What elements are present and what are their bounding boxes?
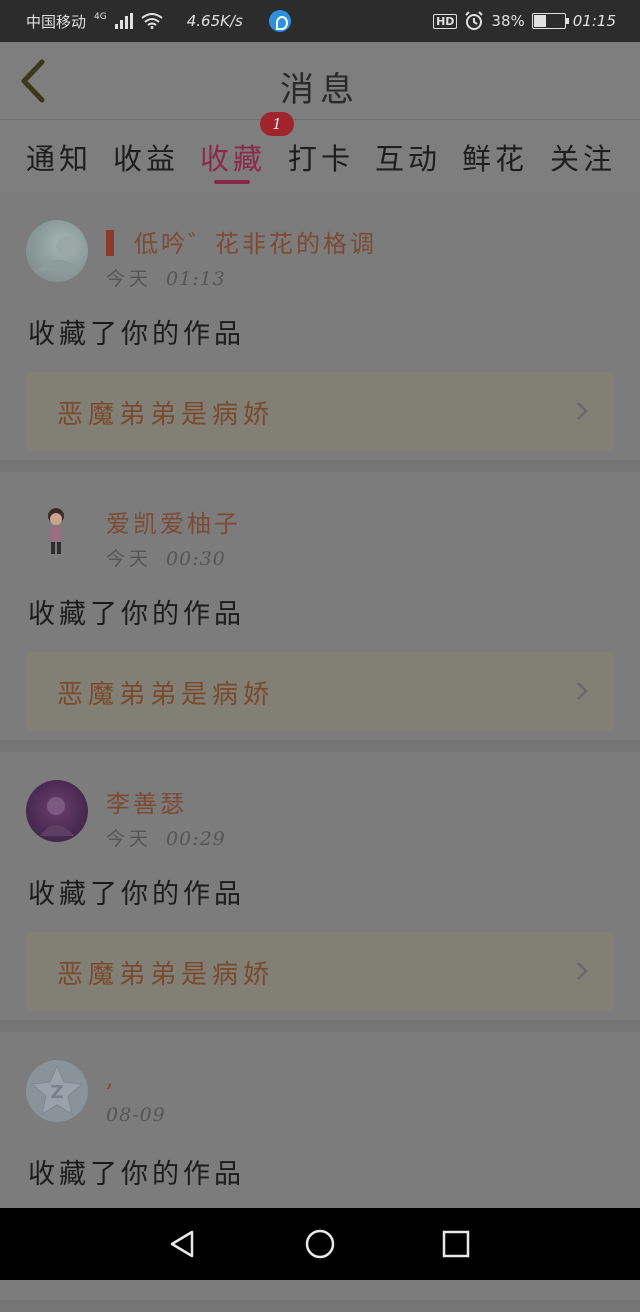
network-type: 4G <box>94 12 107 22</box>
username[interactable]: 李善瑟 <box>106 784 187 819</box>
time-label: 00:29 <box>166 828 226 850</box>
avatar[interactable] <box>26 780 88 842</box>
home-circle-icon[interactable] <box>304 1228 336 1260</box>
work-link[interactable]: 恶魔弟弟是病娇 <box>27 652 613 730</box>
work-link[interactable]: 恶魔弟弟是病娇 <box>27 372 613 450</box>
avatar[interactable] <box>26 500 88 562</box>
active-tab-indicator <box>214 180 250 184</box>
avatar[interactable]: Z <box>26 1060 88 1122</box>
username[interactable]: , <box>106 1064 117 1092</box>
alarm-icon <box>465 11 484 30</box>
battery-percent: 38% <box>491 12 525 30</box>
net-speed: 4.65K/s <box>186 12 243 30</box>
clock: 01:15 <box>572 12 616 30</box>
tab-earnings[interactable]: 收益 <box>113 136 179 178</box>
timestamp: 今天 00:30 <box>106 544 226 571</box>
tab-notifications[interactable]: 通知 <box>26 136 92 178</box>
chevron-right-icon <box>577 962 588 980</box>
tab-bar: 通知 收益 收藏 打卡 互动 鲜花 关注 <box>0 120 640 192</box>
date-label: 今天 <box>106 548 153 570</box>
timestamp: 今天 00:29 <box>106 824 226 851</box>
svg-text:Z: Z <box>50 1082 63 1103</box>
recents-square-icon[interactable] <box>440 1228 472 1260</box>
work-title: 恶魔弟弟是病娇 <box>57 400 275 430</box>
header: 消息 <box>0 42 640 120</box>
timestamp: 08-09 <box>106 1104 166 1126</box>
list-item: 李善瑟 今天 00:29 收藏了你的作品 恶魔弟弟是病娇 <box>0 752 640 1032</box>
chevron-right-icon <box>577 402 588 420</box>
tab-flowers[interactable]: 鲜花 <box>462 136 528 178</box>
action-text: 收藏了你的作品 <box>28 879 245 910</box>
list-item: 低吟゛花非花的格调 今天 01:13 收藏了你的作品 恶魔弟弟是病娇 <box>0 192 640 472</box>
tab-checkin[interactable]: 打卡 <box>288 136 354 178</box>
username[interactable]: 爱凯爱柚子 <box>106 504 241 539</box>
work-title: 恶魔弟弟是病娇 <box>57 680 275 710</box>
app-notification-icon <box>268 10 291 32</box>
page-title: 消息 <box>280 70 360 110</box>
chevron-right-icon <box>577 682 588 700</box>
hd-label: HD <box>433 13 458 29</box>
tab-follows[interactable]: 关注 <box>550 136 616 178</box>
wifi-icon <box>141 13 163 29</box>
list-item: 爱凯爱柚子 今天 00:30 收藏了你的作品 恶魔弟弟是病娇 <box>0 472 640 752</box>
action-text: 收藏了你的作品 <box>28 319 245 350</box>
time-label: 01:13 <box>166 268 226 290</box>
avatar[interactable] <box>26 220 88 282</box>
action-text: 收藏了你的作品 <box>28 599 245 630</box>
highlight-marker <box>106 230 114 256</box>
timestamp: 今天 01:13 <box>106 264 226 291</box>
work-link[interactable]: 恶魔弟弟是病娇 <box>27 932 613 1010</box>
work-title: 恶魔弟弟是病娇 <box>57 960 275 990</box>
battery-icon <box>531 13 569 29</box>
tab-interaction[interactable]: 互动 <box>375 136 441 178</box>
action-text: 收藏了你的作品 <box>28 1159 245 1190</box>
system-nav-bar <box>0 1208 640 1280</box>
unread-badge: 1 <box>260 112 294 136</box>
date-label: 今天 <box>106 268 153 290</box>
status-bar: 中国移动 4G 4.65K/s HD 38% 01:15 <box>0 0 640 42</box>
time-label: 00:30 <box>166 548 226 570</box>
date-label: 今天 <box>106 828 153 850</box>
back-triangle-icon[interactable] <box>166 1228 198 1260</box>
tab-favorites[interactable]: 收藏 <box>200 136 266 178</box>
username[interactable]: 低吟゛花非花的格调 <box>134 224 377 259</box>
carrier-label: 中国移动 <box>26 12 87 31</box>
favorites-feed: 低吟゛花非花的格调 今天 01:13 收藏了你的作品 恶魔弟弟是病娇 爱凯爱柚子 … <box>0 192 640 1312</box>
time-label: 08-09 <box>106 1104 166 1126</box>
signal-icon <box>114 13 133 29</box>
